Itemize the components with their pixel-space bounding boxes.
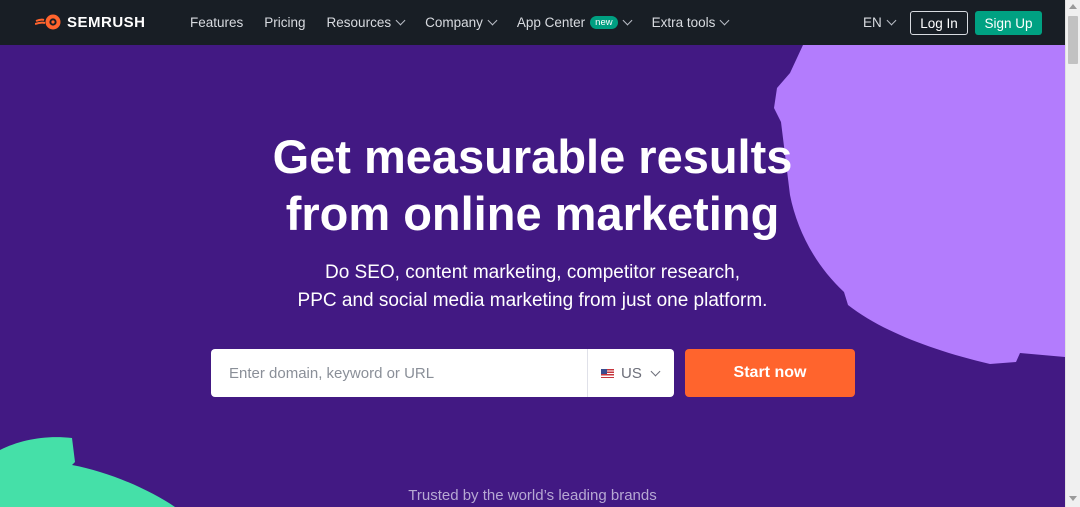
hero-subtitle-line-1: Do SEO, content marketing, competitor re… [324, 262, 740, 283]
brand-name: SEMRUSH [67, 13, 146, 31]
hero-title-line-2: from online marketing [285, 187, 780, 240]
scroll-down-arrow-icon[interactable] [1069, 496, 1077, 501]
search-form: US [211, 349, 674, 397]
chevron-down-icon [886, 15, 897, 26]
nav-extra-tools-label: Extra tools [651, 15, 716, 30]
language-selector[interactable]: EN [863, 15, 897, 30]
chevron-down-icon [650, 366, 661, 376]
new-badge: new [590, 16, 618, 29]
chevron-down-icon [719, 15, 730, 26]
nav-resources[interactable]: Resources [326, 15, 406, 30]
scrollbar-thumb[interactable] [1068, 16, 1078, 64]
hero-subtitle: Do SEO, content marketing, competitor re… [0, 259, 1065, 315]
nav-pricing[interactable]: Pricing [264, 15, 305, 30]
hero-subtitle-line-2: PPC and social media marketing from just… [297, 290, 768, 311]
nav-app-center-label: App Center [516, 15, 586, 30]
chevron-down-icon [487, 15, 498, 26]
nav-app-center[interactable]: App Center new [516, 15, 633, 30]
nav-pricing-label: Pricing [264, 15, 306, 30]
login-button[interactable]: Log In [910, 11, 968, 35]
domain-search-input[interactable] [211, 349, 587, 397]
signup-button[interactable]: Sign Up [975, 11, 1042, 35]
nav-company-label: Company [425, 15, 483, 30]
nav-company[interactable]: Company [425, 15, 498, 30]
language-label: EN [863, 15, 882, 30]
vertical-scrollbar[interactable] [1065, 0, 1080, 507]
scroll-up-arrow-icon[interactable] [1069, 4, 1077, 9]
start-now-button[interactable]: Start now [685, 349, 855, 397]
nav-features[interactable]: Features [190, 15, 243, 30]
hero-title: Get measurable results from online marke… [0, 128, 1065, 242]
nav-features-label: Features [190, 15, 244, 30]
semrush-logo-icon [35, 14, 61, 30]
chevron-down-icon [622, 15, 633, 26]
chevron-down-icon [395, 15, 406, 26]
nav-resources-label: Resources [326, 15, 392, 30]
region-label: US [621, 364, 642, 382]
top-navigation-bar: SEMRUSH Features Pricing Resources Compa… [0, 0, 1065, 45]
region-selector[interactable]: US [587, 349, 674, 397]
semrush-logo[interactable]: SEMRUSH [35, 13, 146, 31]
main-nav: Features Pricing Resources Company App C… [190, 0, 749, 45]
us-flag-icon [601, 368, 614, 378]
hero-title-line-1: Get measurable results [272, 130, 793, 183]
trusted-brands-text: Trusted by the world’s leading brands [408, 487, 657, 504]
nav-extra-tools[interactable]: Extra tools [651, 15, 730, 30]
